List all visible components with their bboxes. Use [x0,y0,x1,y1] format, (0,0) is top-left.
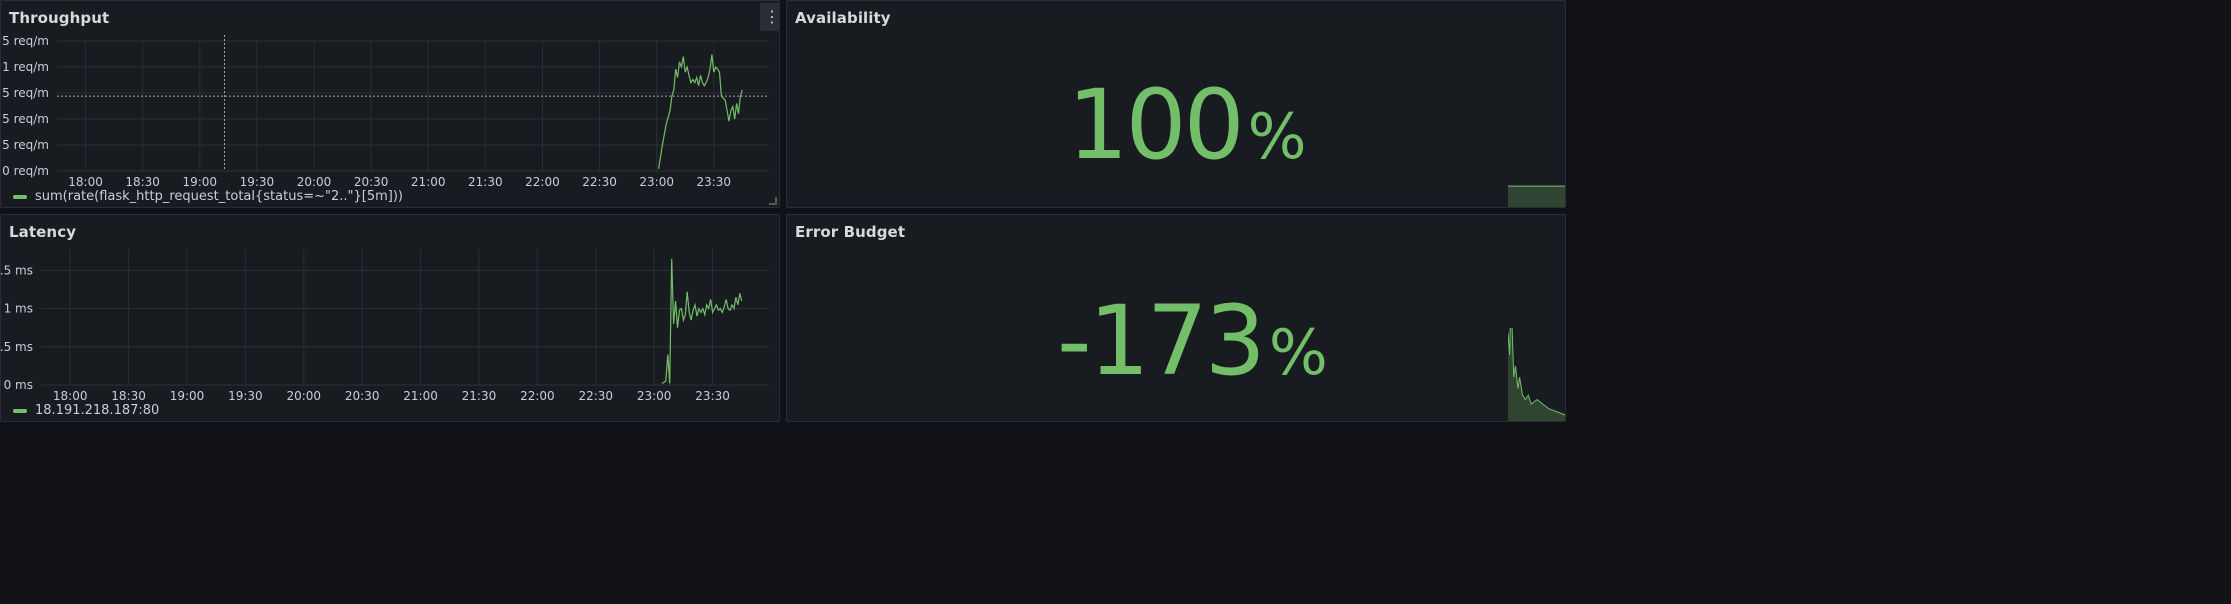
y-tick-label: 0.75 req/m [1,86,49,100]
x-tick-label: 18:00 [53,389,88,401]
availability-value: 100% [1067,69,1307,181]
y-tick-label: 0.25 req/m [1,138,49,152]
x-tick-label: 23:00 [639,175,674,186]
y-tick-label: 1.25 req/m [1,34,49,48]
x-tick-label: 18:00 [68,175,103,186]
latency-panel[interactable]: Latency 0 ms0.5 ms1 ms1.5 ms18:0018:3019… [0,214,780,422]
throughput-chart[interactable]: 0 req/m 0.25 req/m 0.5 req/m 0.75 req/m 1 re… [1,1,780,186]
y-tick-label: 0 ms [4,378,33,392]
panel-title: Availability [795,9,891,27]
y-tick-label: 0 req/m [2,164,49,178]
throughput-panel[interactable]: Throughput ⋮ 0 req/m0.25 req/m0.5 req/m0… [0,0,780,208]
x-tick-label: 18:30 [111,389,146,401]
availability-sparkline [1508,185,1565,207]
x-tick-label: 19:00 [170,389,205,401]
stat-number: 100 [1067,69,1244,181]
legend-label: sum(rate(flask_http_request_total{status… [35,189,403,204]
x-tick-label: 22:30 [582,175,617,186]
legend-label: 18.191.218.187:80 [35,403,160,418]
y-tick-label: 1.5 ms [1,263,33,277]
x-tick-label: 22:30 [578,389,613,401]
x-tick-label: 21:00 [403,389,438,401]
x-tick-label: 23:30 [695,389,730,401]
x-tick-label: 19:30 [240,175,275,186]
series-line[interactable] [658,54,743,169]
y-tick-label: 0.5 ms [1,340,33,354]
y-tick-label: 1 req/m [2,60,49,74]
x-tick-label: 20:30 [354,175,389,186]
legend-swatch [13,194,27,199]
sparkline-area [1508,186,1565,207]
y-tick-label: 0.5 req/m [1,112,49,126]
resize-handle[interactable] [769,197,777,205]
x-tick-label: 22:00 [520,389,555,401]
x-tick-label: 23:30 [696,175,731,186]
x-tick-label: 23:00 [637,389,672,401]
stat-unit: % [1268,316,1328,389]
panel-title: Error Budget [795,223,906,241]
series-line[interactable] [661,258,743,385]
x-tick-label: 20:00 [297,175,332,186]
availability-panel[interactable]: Availability 100% [786,0,1566,208]
legend-swatch [13,408,27,413]
y-tick-label: 1 ms [4,302,33,316]
x-tick-label: 20:30 [345,389,380,401]
x-tick-label: 19:30 [228,389,263,401]
error-budget-sparkline [1508,328,1565,421]
latency-chart[interactable]: 0 ms 0.5 ms 1 ms 1.5 ms 18:00 18:30 19:00 19:30… [1,215,780,401]
x-tick-label: 19:00 [182,175,217,186]
error-budget-panel[interactable]: Error Budget -173% [786,214,1566,422]
x-tick-label: 21:30 [462,389,497,401]
stat-number: -173 [1057,285,1266,397]
x-tick-label: 21:00 [411,175,446,186]
x-tick-label: 18:30 [125,175,160,186]
legend-item[interactable]: 18.191.218.187:80 [13,403,159,418]
x-tick-label: 22:00 [525,175,560,186]
stat-unit: % [1247,100,1307,173]
x-tick-label: 20:00 [286,389,321,401]
x-tick-label: 21:30 [468,175,503,186]
error-budget-value: -173% [1057,285,1328,397]
legend-item[interactable]: sum(rate(flask_http_request_total{status… [13,189,403,204]
